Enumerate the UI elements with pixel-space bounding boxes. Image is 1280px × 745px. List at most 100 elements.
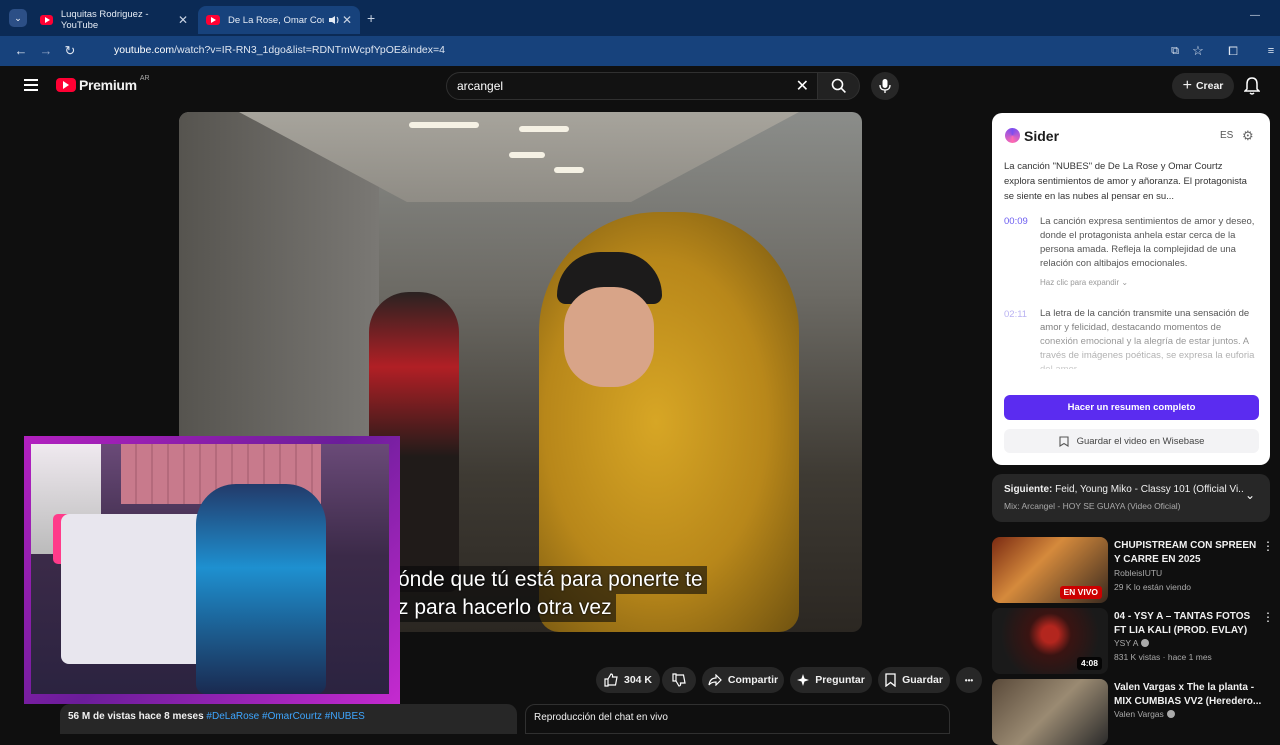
ask-button[interactable]: Preguntar (790, 667, 872, 693)
tab-title: De La Rose, Omar Courtz - (228, 14, 324, 26)
subtitle-line: z para hacerlo otra vez (398, 594, 616, 622)
more-actions-button[interactable]: ••• (956, 667, 982, 693)
browser-tab-bar: ⌄ Luquitas Rodriguez - YouTube ✕ De La R… (0, 0, 1280, 36)
video-title[interactable]: 04 - YSY A – TANTAS FOTOS FT LIA KALI (P… (1114, 610, 1264, 638)
video-meta: 831 K vistas · hace 1 mes (1114, 652, 1212, 662)
subtitle-line: ónde que tú está para ponerte te (398, 566, 707, 594)
url-path: /watch?v=IR-RN3_1dgo&list=RDNTmWcpfYpOE&… (174, 44, 445, 56)
bookmark-icon (1059, 435, 1069, 447)
save-label: Guardar (902, 674, 943, 686)
video-thumbnail[interactable] (992, 679, 1108, 745)
sider-settings-icon[interactable]: ⚙ (1242, 128, 1254, 144)
search-input[interactable]: arcangel ✕ (446, 72, 818, 100)
wisebase-label: Guardar el video en Wisebase (1076, 435, 1205, 447)
share-icon (708, 674, 722, 686)
new-tab-button[interactable]: + (367, 10, 375, 26)
extensions-icon[interactable]: ⧠ (1224, 42, 1242, 60)
channel-name[interactable]: Valen Vargas (1114, 709, 1175, 719)
duration-badge: 4:08 (1076, 657, 1102, 670)
browser-address-bar: ← → ↻ youtube.com/watch?v=IR-RN3_1dgo&li… (0, 36, 1280, 91)
timestamp-link[interactable]: 00:09 (1004, 216, 1028, 227)
sider-title: Sider (1024, 128, 1060, 144)
save-to-wisebase-button[interactable]: Guardar el video en Wisebase (1004, 429, 1259, 453)
channel-label: Valen Vargas (1114, 709, 1164, 719)
back-icon[interactable]: ← (12, 42, 30, 60)
chat-replay-label: Reproducción del chat en vivo (534, 712, 668, 723)
up-next-card[interactable]: Siguiente: Feid, Young Miko - Classy 101… (992, 474, 1270, 522)
minimize-button[interactable]: — (1250, 10, 1260, 21)
chat-replay[interactable]: Reproducción del chat en vivo (525, 704, 950, 734)
youtube-premium-logo[interactable]: Premium AR (56, 74, 150, 93)
up-next-mix: Mix: Arcangel - HOY SE GUAYA (Video Ofic… (1004, 501, 1181, 511)
list-item[interactable]: Valen Vargas x The la planta - MIX CUMBI… (992, 679, 1280, 745)
view-count-date: 56 M de vistas hace 8 meses (68, 711, 204, 722)
reading-list-icon[interactable]: ≡ (1262, 42, 1280, 60)
video-title[interactable]: Valen Vargas x The la planta - MIX CUMBI… (1114, 681, 1264, 709)
sider-extension-panel: Sider ES ⚙ La canción "NUBES" de De La R… (992, 113, 1270, 465)
tab-close-icon[interactable]: ✕ (342, 13, 352, 27)
webcam-overlay-feed (31, 444, 389, 694)
bookmark-star-icon[interactable]: ☆ (1189, 42, 1207, 60)
install-icon[interactable]: ⧉ (1166, 42, 1184, 60)
tab-luquitas[interactable]: Luquitas Rodriguez - YouTube ✕ (32, 6, 196, 34)
channel-name[interactable]: YSY A (1114, 638, 1150, 648)
youtube-favicon-icon (40, 15, 53, 25)
ceiling-light (509, 152, 545, 158)
save-button[interactable]: Guardar (878, 667, 950, 693)
like-button[interactable]: 304 K (596, 667, 660, 693)
create-button[interactable]: + Crear (1172, 73, 1234, 99)
channel-name[interactable]: RobleisIUTU (1114, 568, 1162, 578)
timestamp-link[interactable]: 02:11 (1004, 309, 1027, 320)
sider-language-selector[interactable]: ES (1220, 130, 1233, 141)
youtube-favicon-icon (206, 15, 220, 25)
video-thumbnail[interactable]: 4:08 (992, 608, 1108, 674)
voice-search-button[interactable] (871, 72, 899, 100)
video-person-face (564, 287, 654, 387)
video-thumbnail[interactable]: EN VIVO (992, 537, 1108, 603)
video-title[interactable]: CHUPISTREAM CON SPREEN Y CARRE EN 2025 (1114, 539, 1264, 567)
ceiling-light (554, 167, 584, 173)
search-button[interactable] (817, 72, 860, 100)
dislike-button[interactable] (662, 667, 696, 693)
logo-region: AR (139, 74, 150, 82)
list-item[interactable]: 4:08 04 - YSY A – TANTAS FOTOS FT LIA KA… (992, 608, 1280, 674)
chevron-down-icon[interactable]: ⌄ (1245, 488, 1255, 502)
list-item[interactable]: EN VIVO CHUPISTREAM CON SPREEN Y CARRE E… (992, 537, 1280, 603)
reload-icon[interactable]: ↻ (61, 42, 79, 60)
search-icon (831, 78, 846, 93)
full-summary-button[interactable]: Hacer un resumen completo (1004, 395, 1259, 420)
clear-search-icon[interactable]: ✕ (796, 76, 809, 96)
logo-word: Premium (79, 77, 137, 93)
ceiling-light (409, 122, 479, 128)
more-options-icon[interactable]: ⋮ (1262, 610, 1274, 624)
url-field[interactable]: youtube.com/watch?v=IR-RN3_1dgo&list=RDN… (114, 44, 445, 56)
forward-icon[interactable]: → (37, 42, 55, 60)
verified-icon (1141, 639, 1150, 647)
expand-link[interactable]: Haz clic para expandir ⌄ (1040, 278, 1128, 287)
microphone-icon (879, 79, 891, 93)
tab-search-button[interactable]: ⌄ (9, 9, 27, 27)
sider-summary-intro: La canción "NUBES" de De La Rose y Omar … (1004, 161, 1247, 202)
video-description[interactable]: 56 M de vistas hace 8 meses #DeLaRose #O… (60, 704, 517, 734)
plus-icon: + (1182, 77, 1192, 94)
menu-icon[interactable] (24, 79, 38, 91)
notifications-bell-icon[interactable] (1244, 76, 1260, 96)
thumbs-down-icon (672, 673, 686, 687)
youtube-header: Premium AR arcangel ✕ + Crear (0, 66, 1280, 106)
url-host: youtube.com (114, 44, 175, 56)
tab-close-icon[interactable]: ✕ (178, 13, 188, 27)
up-next-title: Siguiente: Feid, Young Miko - Classy 101… (1004, 484, 1244, 495)
sparkle-icon (797, 674, 810, 686)
verified-icon (1166, 710, 1175, 718)
video-subtitles: ónde que tú está para ponerte te z para … (398, 566, 707, 622)
tab-de-la-rose[interactable]: De La Rose, Omar Courtz - ✕ (198, 6, 360, 34)
share-button[interactable]: Compartir (702, 667, 784, 693)
more-options-icon[interactable]: ⋮ (1262, 539, 1274, 553)
hashtags[interactable]: #DeLaRose #OmarCourtz #NUBES (206, 711, 364, 722)
video-meta: 29 K lo están viendo (1114, 582, 1192, 592)
youtube-play-icon (56, 78, 76, 92)
up-next-video: Feid, Young Miko - Classy 101 (Official … (1055, 484, 1244, 495)
channel-label: YSY A (1114, 638, 1139, 648)
ask-label: Preguntar (815, 674, 865, 686)
speaker-icon[interactable] (328, 15, 340, 25)
